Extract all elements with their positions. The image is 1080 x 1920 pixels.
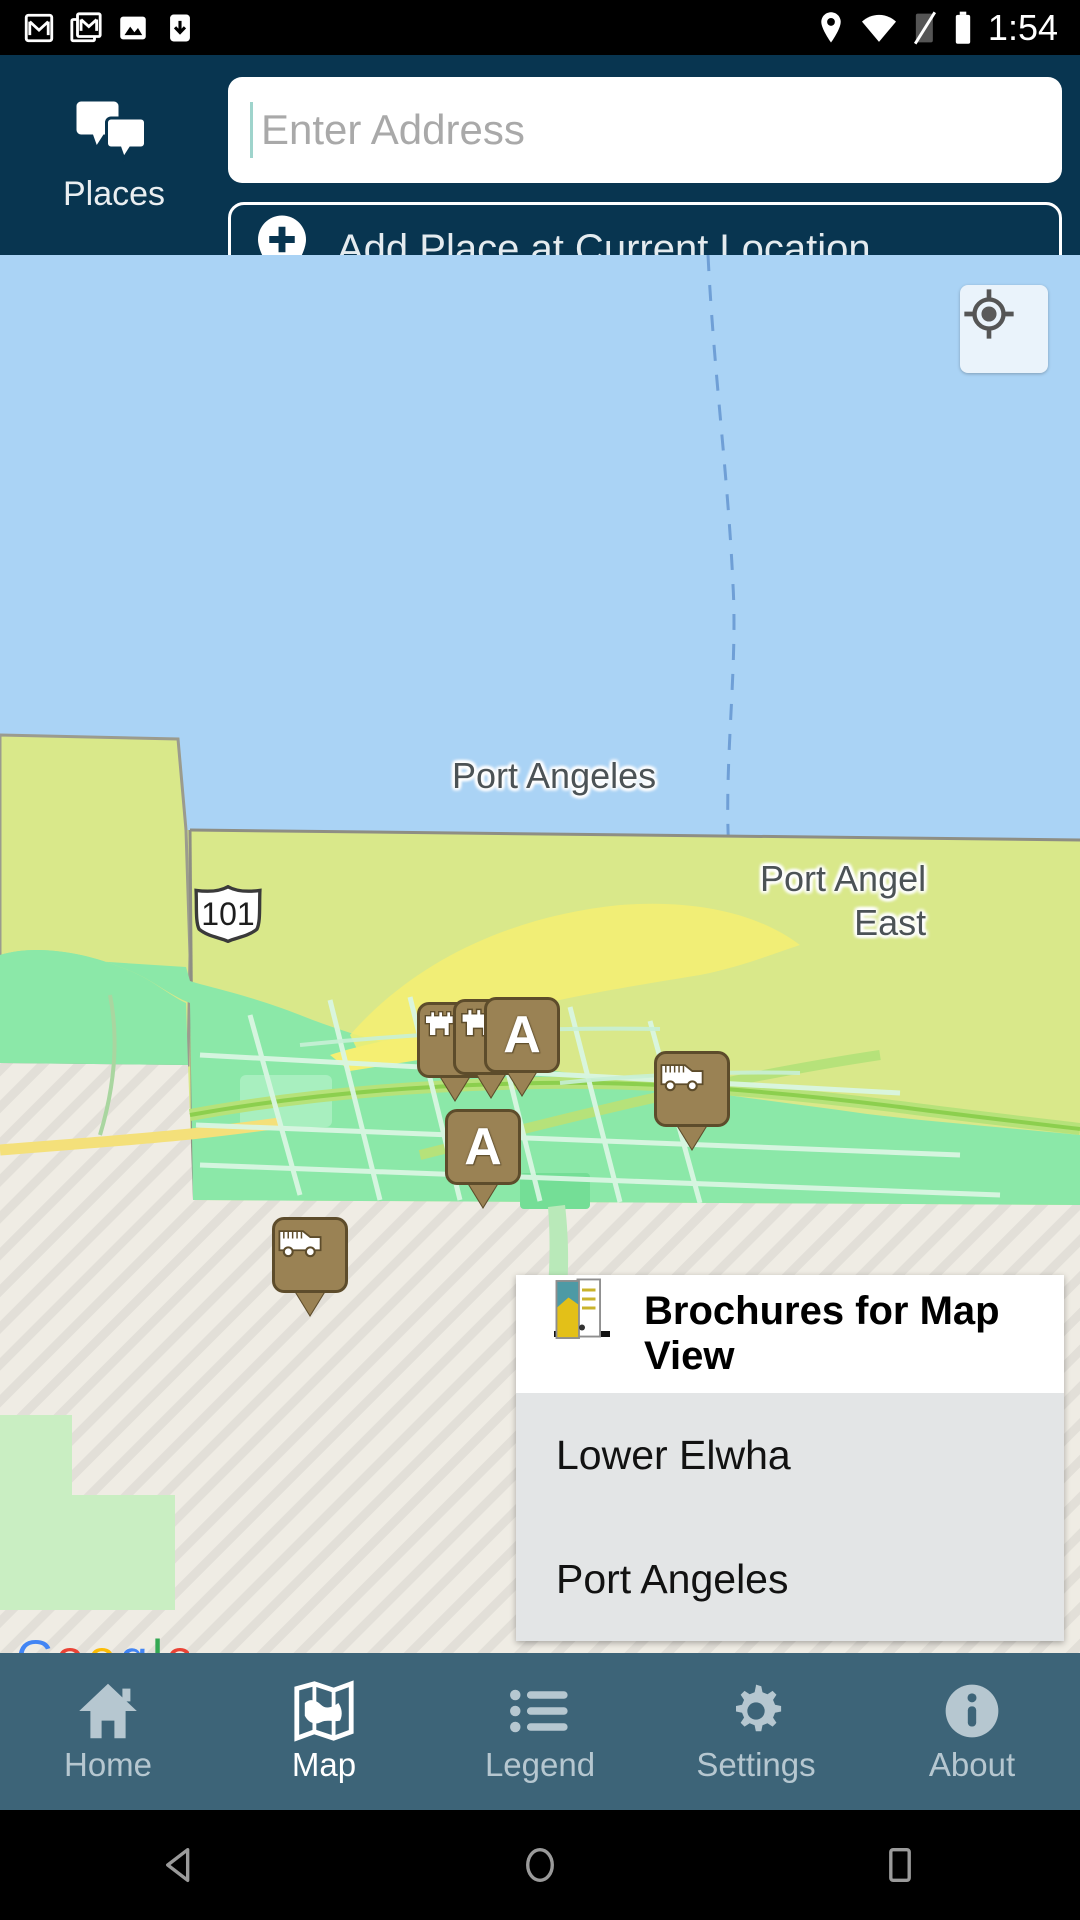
text-caret <box>250 102 253 158</box>
places-pins-icon <box>76 101 147 162</box>
gmail-icon <box>24 13 54 42</box>
highway-shield-number: 101 <box>201 895 255 932</box>
svg-text:g: g <box>120 1630 148 1653</box>
svg-text:o: o <box>88 1630 116 1653</box>
crosshair-icon <box>964 289 1014 339</box>
highway-shield-101: 101 <box>190 885 266 943</box>
list-icon <box>510 1689 568 1733</box>
nav-item-map[interactable]: Map <box>216 1653 432 1810</box>
status-bar-right-icons: 1:54 <box>816 7 1058 49</box>
search-address-input[interactable]: Enter Address <box>228 77 1062 183</box>
gear-icon <box>736 1684 782 1732</box>
photo-icon <box>120 16 146 39</box>
nav-item-home[interactable]: Home <box>0 1653 216 1810</box>
app-screen: 1:54 Places Enter Address Add Place at C… <box>0 0 1080 1920</box>
brochure-name: Port Angeles <box>556 1555 789 1602</box>
brochures-panel: Brochures for Map View Lower Elwha Port … <box>516 1275 1064 1641</box>
triangle-back-icon[interactable] <box>157 1842 203 1888</box>
nav-label-about: About <box>928 1746 1016 1783</box>
battery-icon <box>955 11 971 44</box>
rv-icon <box>660 1064 704 1092</box>
nav-label-settings: Settings <box>696 1746 816 1783</box>
brochure-icon <box>555 1278 601 1339</box>
status-bar: 1:54 <box>0 0 1080 55</box>
brochure-list-item[interactable]: Port Angeles <box>516 1278 1064 1641</box>
location-icon <box>821 11 841 43</box>
gmail-stack-icon <box>70 11 102 42</box>
nav-item-legend[interactable]: Legend <box>432 1653 648 1810</box>
svg-text:o: o <box>56 1630 84 1653</box>
brochure-name: Lower Elwha <box>556 1431 791 1478</box>
rv-icon <box>278 1230 322 1258</box>
nav-label-home: Home <box>63 1746 153 1783</box>
app-header: Places Enter Address Add Place at Curren… <box>0 55 1080 297</box>
brochure-list-item[interactable]: Lower Elwha <box>516 1278 1064 1517</box>
brochures-title: Brochures for Map View <box>644 1289 1000 1378</box>
nav-item-about[interactable]: About <box>864 1653 1080 1810</box>
letter-a-icon: A <box>503 1006 541 1064</box>
places-button[interactable]: Places <box>0 55 228 255</box>
home-icon <box>79 1683 137 1739</box>
my-location-button[interactable] <box>960 285 1048 373</box>
wifi-icon <box>861 14 896 42</box>
places-label: Places <box>62 175 166 213</box>
status-bar-left-icons <box>22 11 197 45</box>
svg-text:e: e <box>166 1630 189 1653</box>
nav-label-legend: Legend <box>484 1746 596 1783</box>
bottom-navigation: Home Map Legend Settings About <box>0 1653 1080 1810</box>
nav-label-map: Map <box>291 1746 357 1783</box>
svg-text:G: G <box>16 1630 55 1653</box>
letter-a-icon: A <box>464 1118 502 1176</box>
status-bar-clock: 1:54 <box>987 6 1058 48</box>
address-placeholder: Enter Address <box>261 106 525 153</box>
square-recents-icon[interactable] <box>877 1842 923 1888</box>
android-system-nav <box>0 1810 1080 1920</box>
nav-item-settings[interactable]: Settings <box>648 1653 864 1810</box>
info-icon <box>945 1684 999 1738</box>
map-icon <box>294 1680 354 1742</box>
svg-text:l: l <box>152 1630 163 1653</box>
signal-off-icon <box>913 11 936 44</box>
map-canvas[interactable]: Port Angeles Port Angel East 101 A A Bro… <box>0 255 1080 1653</box>
circle-home-icon[interactable] <box>517 1842 563 1888</box>
download-icon <box>170 14 190 41</box>
